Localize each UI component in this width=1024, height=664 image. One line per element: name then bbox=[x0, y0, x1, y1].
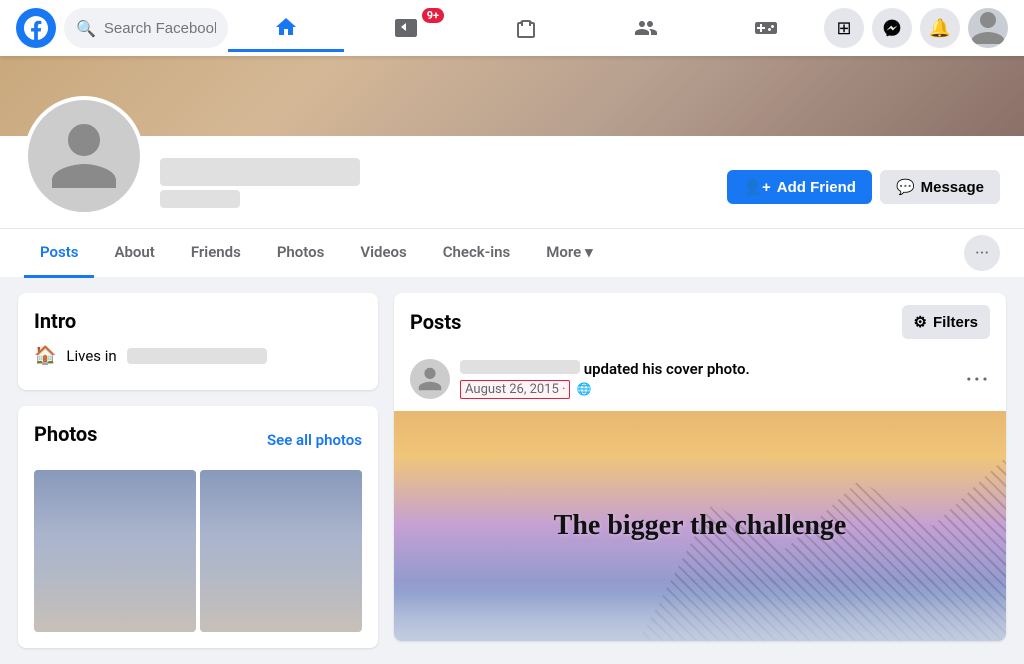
facebook-logo[interactable] bbox=[16, 8, 56, 48]
add-friend-label: Add Friend bbox=[777, 179, 856, 196]
post-meta: updated his cover photo. August 26, 2015… bbox=[460, 360, 956, 399]
cover-photo bbox=[0, 56, 1024, 136]
profile-page: 👤+ Add Friend 💬 Message Posts About Frie… bbox=[0, 56, 1024, 664]
chevron-down-icon: ▾ bbox=[585, 243, 593, 261]
intro-lives-in: 🏠 Lives in bbox=[34, 345, 362, 366]
profile-nav-videos[interactable]: Videos bbox=[344, 229, 422, 278]
profile-header: 👤+ Add Friend 💬 Message bbox=[0, 136, 1024, 228]
messenger-button[interactable] bbox=[872, 8, 912, 48]
add-friend-button[interactable]: 👤+ Add Friend bbox=[727, 170, 872, 204]
profile-actions: 👤+ Add Friend 💬 Message bbox=[727, 170, 1000, 216]
notifications-button[interactable]: 🔔 bbox=[920, 8, 960, 48]
profile-navigation: Posts About Friends Photos Videos Check-… bbox=[0, 228, 1024, 277]
posts-section: Posts ⚙ Filters updated his cover pho bbox=[394, 293, 1006, 641]
profile-name bbox=[160, 158, 360, 186]
left-column: Intro 🏠 Lives in Photos See all photos T… bbox=[18, 293, 378, 648]
filters-button[interactable]: ⚙ Filters bbox=[902, 305, 990, 339]
lives-in-label: Lives in bbox=[66, 347, 116, 365]
video-badge: 9+ bbox=[422, 8, 444, 23]
nav-groups[interactable] bbox=[588, 4, 704, 52]
search-box[interactable]: 🔍 bbox=[64, 8, 228, 48]
posts-title: Posts bbox=[410, 310, 461, 334]
posts-header: Posts ⚙ Filters bbox=[394, 293, 1006, 339]
post-author-avatar[interactable] bbox=[410, 359, 450, 399]
right-column: Posts ⚙ Filters updated his cover pho bbox=[394, 293, 1006, 648]
more-label: More bbox=[546, 243, 581, 261]
nav-video[interactable]: 9+ bbox=[348, 4, 464, 52]
photos-title: Photos bbox=[34, 422, 97, 446]
intro-card: Intro 🏠 Lives in bbox=[18, 293, 378, 390]
profile-nav-dots: ··· bbox=[964, 235, 1000, 271]
profile-nav-posts[interactable]: Posts bbox=[24, 229, 94, 278]
post-author-name: updated his cover photo. bbox=[460, 360, 956, 378]
search-input[interactable] bbox=[104, 20, 216, 37]
add-friend-icon: 👤+ bbox=[743, 178, 770, 196]
search-icon: 🔍 bbox=[76, 19, 96, 38]
location-blurred bbox=[127, 348, 267, 364]
intro-title: Intro bbox=[34, 309, 362, 333]
profile-info-row: 👤+ Add Friend 💬 Message bbox=[24, 136, 1000, 228]
profile-nav-photos[interactable]: Photos bbox=[261, 229, 341, 278]
photo-thumb-1[interactable]: The bigger the challenge The bigger the … bbox=[34, 470, 196, 632]
post-header: updated his cover photo. August 26, 2015… bbox=[394, 347, 1006, 411]
nav-center: 9+ bbox=[228, 4, 824, 52]
post-action-text: updated his cover photo. bbox=[584, 360, 750, 378]
message-icon: 💬 bbox=[896, 178, 915, 196]
photos-header: Photos See all photos bbox=[34, 422, 362, 458]
main-content: Intro 🏠 Lives in Photos See all photos T… bbox=[2, 277, 1022, 664]
globe-icon: 🌐 bbox=[576, 382, 591, 396]
photo-thumb-2[interactable]: The bigger the challenge The bigger the … bbox=[200, 470, 362, 632]
grid-menu-button[interactable]: ⊞ bbox=[824, 8, 864, 48]
more-options-button[interactable]: ··· bbox=[964, 235, 1000, 271]
profile-friends-count bbox=[160, 190, 240, 208]
filters-label: Filters bbox=[933, 314, 978, 331]
nav-marketplace[interactable] bbox=[468, 4, 584, 52]
sliders-icon: ⚙ bbox=[914, 313, 927, 331]
nav-gaming[interactable] bbox=[708, 4, 824, 52]
post-date-row: August 26, 2015 · 🌐 bbox=[460, 380, 956, 399]
home-icon: 🏠 bbox=[34, 345, 56, 366]
profile-nav-friends[interactable]: Friends bbox=[175, 229, 257, 278]
message-label: Message bbox=[921, 179, 984, 196]
post-image: The bigger the challenge bbox=[394, 411, 1006, 641]
photos-card: Photos See all photos The bigger the cha… bbox=[18, 406, 378, 648]
profile-nav-about[interactable]: About bbox=[98, 229, 170, 278]
message-button[interactable]: 💬 Message bbox=[880, 170, 1000, 204]
profile-nav-more[interactable]: More ▾ bbox=[530, 229, 608, 278]
gradient-overlay bbox=[394, 581, 1006, 641]
nav-right: ⊞ 🔔 bbox=[824, 8, 1008, 48]
nav-home[interactable] bbox=[228, 4, 344, 52]
author-name-blurred bbox=[460, 360, 580, 374]
post-date[interactable]: August 26, 2015 · bbox=[460, 380, 570, 399]
top-navigation: 🔍 9+ ⊞ 🔔 bbox=[0, 0, 1024, 56]
profile-avatar bbox=[24, 96, 144, 216]
profile-nav-checkins[interactable]: Check-ins bbox=[427, 229, 526, 278]
user-avatar[interactable] bbox=[968, 8, 1008, 48]
profile-name-area bbox=[160, 158, 727, 216]
photos-grid: The bigger the challenge The bigger the … bbox=[34, 470, 362, 632]
see-all-photos-link[interactable]: See all photos bbox=[267, 431, 362, 449]
post-more-options[interactable]: ··· bbox=[966, 367, 990, 391]
